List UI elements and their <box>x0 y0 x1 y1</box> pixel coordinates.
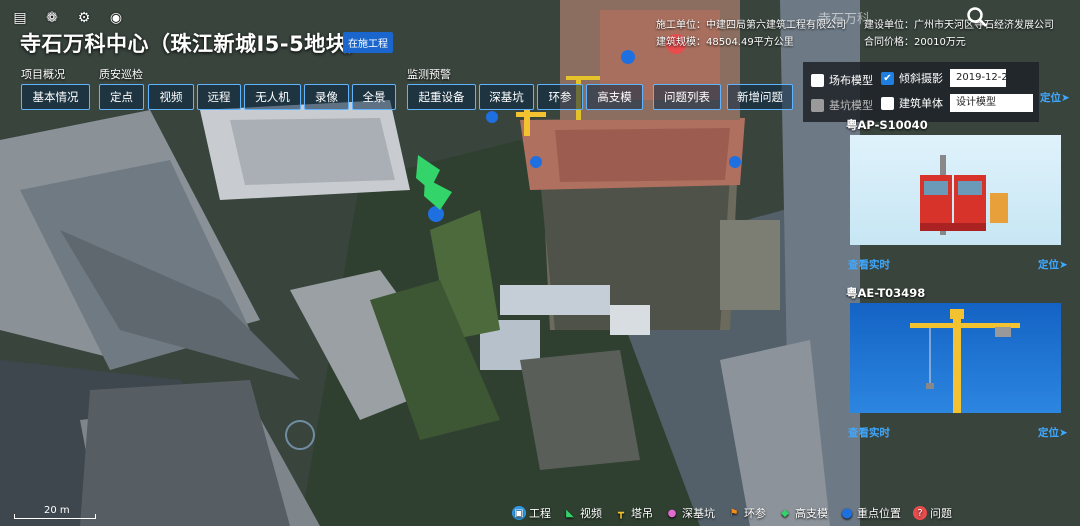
top-toolbar: ▤ ❁ ⚙ ◉ <box>8 8 128 28</box>
circle-icon: ● <box>841 505 853 521</box>
issue-icon: ? <box>913 506 927 520</box>
lifting-equipment-button[interactable]: 起重设备 <box>407 84 476 110</box>
legend-label-video: 视频 <box>580 507 602 520</box>
panorama-button[interactable]: 全景 <box>352 84 396 110</box>
locate-label-1: 定位 <box>1038 259 1059 271</box>
legend-item-project[interactable]: ▣ 工程 <box>512 505 551 521</box>
layers-icon[interactable]: ▤ <box>8 8 32 28</box>
building-toggle[interactable]: 建筑单体 <box>881 95 943 111</box>
hoist-image <box>850 135 1061 245</box>
legend-item-crane[interactable]: ┳ 塔吊 <box>614 505 653 521</box>
drone-button[interactable]: 无人机 <box>244 84 301 110</box>
legend-label-key-position: 重点位置 <box>857 507 901 520</box>
map-legend: ▣ 工程 ◣ 视频 ┳ 塔吊 ● 深基坑 ⚑ 环参 ◆ 高支模 ● 重点位置 ?… <box>512 505 952 521</box>
oblique-photo-label: 倾斜摄影 <box>899 72 943 85</box>
pit-model-checkbox[interactable] <box>811 98 824 112</box>
scale-bar: 20 m <box>14 505 96 519</box>
site-model-label: 场布模型 <box>829 74 873 87</box>
legend-label-crane: 塔吊 <box>631 507 653 520</box>
pin-icon: ● <box>667 507 677 519</box>
remote-button[interactable]: 远程 <box>197 84 241 110</box>
legend-item-issue[interactable]: ? 问题 <box>913 505 952 521</box>
project-info-right: 建设单位：广州市天河区寺石经济发展公司 合同价格：20010万元 <box>864 17 1054 51</box>
building-label: 建筑单体 <box>899 97 943 110</box>
new-issue-button[interactable]: 新增问题 <box>727 84 793 110</box>
flag-icon: ⚑ <box>729 507 739 519</box>
video-button[interactable]: 视频 <box>148 84 194 110</box>
scale-label: 20 m <box>44 505 70 516</box>
group-overview-label: 项目概况 <box>21 68 65 81</box>
cluster-icon[interactable]: ❁ <box>40 8 64 28</box>
status-badge: 在施工程 <box>343 32 393 53</box>
price-text: 合同价格：20010万元 <box>864 37 966 48</box>
project-icon: ▣ <box>512 506 526 520</box>
layer-panel: 场布模型 ✔ 倾斜摄影 2019-12-20 基坑模型 建筑单体 设计模型 <box>803 62 1039 122</box>
fixed-point-button[interactable]: 定点 <box>99 84 144 110</box>
top-locate-link[interactable]: 定位➤ <box>1040 90 1070 105</box>
group-monitor-label: 监测预警 <box>407 68 451 81</box>
site-model-checkbox[interactable] <box>811 73 824 87</box>
project-info-left: 施工单位：中建四局第六建筑工程有限公司 建筑规模：48504.49平方公里 <box>656 17 846 51</box>
card-title-1: 粤AP-S10040 <box>846 118 928 132</box>
oblique-photo-checkbox[interactable]: ✔ <box>881 71 894 85</box>
locate-label-2: 定位 <box>1038 427 1059 439</box>
formwork-button[interactable]: 高支模 <box>586 84 643 110</box>
search-button[interactable] <box>960 4 994 30</box>
legend-label-pit: 深基坑 <box>682 507 715 520</box>
formwork-icon: ◆ <box>781 507 789 519</box>
environment-button[interactable]: 环参 <box>537 84 583 110</box>
legend-item-env[interactable]: ⚑ 环参 <box>727 505 766 521</box>
camera-icon: ◣ <box>566 507 574 519</box>
legend-item-key-position[interactable]: ● 重点位置 <box>840 505 901 521</box>
legend-item-formwork[interactable]: ◆ 高支模 <box>778 505 828 521</box>
group-safety-label: 质安巡检 <box>99 68 143 81</box>
building-checkbox[interactable] <box>881 96 894 110</box>
legend-item-video[interactable]: ◣ 视频 <box>563 505 602 521</box>
view-live-link-2[interactable]: 查看实时 <box>848 425 890 440</box>
legend-label-env: 环参 <box>744 507 766 520</box>
top-locate-label: 定位 <box>1040 92 1061 104</box>
site-model-toggle[interactable]: 场布模型 <box>811 72 873 88</box>
locate-link-2[interactable]: 定位➤ <box>1038 425 1068 440</box>
date-input[interactable]: 2019-12-20 <box>950 69 1006 87</box>
area-text: 建筑规模：48504.49平方公里 <box>656 37 794 48</box>
design-model-select[interactable]: 设计模型 <box>950 94 1033 112</box>
issue-list-button[interactable]: 问题列表 <box>653 84 721 110</box>
legend-label-formwork: 高支模 <box>795 507 828 520</box>
eye-icon[interactable]: ◉ <box>104 8 128 28</box>
page-title: 寺石万科中心（珠江新城I5-5地块） <box>20 32 369 56</box>
legend-label-project: 工程 <box>529 507 551 520</box>
card-title-2: 粤AE-T03498 <box>846 286 926 300</box>
owner-text: 建设单位：广州市天河区寺石经济发展公司 <box>864 20 1054 31</box>
crane-icon: ┳ <box>617 507 625 519</box>
settings-icon[interactable]: ⚙ <box>72 8 96 28</box>
legend-label-issue: 问题 <box>930 507 952 520</box>
locate-arrow-icon: ➤ <box>1059 427 1068 439</box>
recording-button[interactable]: 录像 <box>304 84 349 110</box>
view-live-link-1[interactable]: 查看实时 <box>848 257 890 272</box>
basic-info-button[interactable]: 基本情况 <box>21 84 90 110</box>
pit-model-label: 基坑模型 <box>829 99 873 112</box>
tower-crane-image <box>850 303 1061 413</box>
pit-model-toggle[interactable]: 基坑模型 <box>811 97 873 113</box>
oblique-photo-toggle[interactable]: ✔ 倾斜摄影 <box>881 70 943 86</box>
locate-arrow-icon: ➤ <box>1061 92 1070 104</box>
legend-item-pit[interactable]: ● 深基坑 <box>665 505 715 521</box>
foundation-pit-button[interactable]: 深基坑 <box>479 84 534 110</box>
locate-link-1[interactable]: 定位➤ <box>1038 257 1068 272</box>
search-icon <box>967 7 987 27</box>
locate-arrow-icon: ➤ <box>1059 259 1068 271</box>
contractor-text: 施工单位：中建四局第六建筑工程有限公司 <box>656 20 846 31</box>
